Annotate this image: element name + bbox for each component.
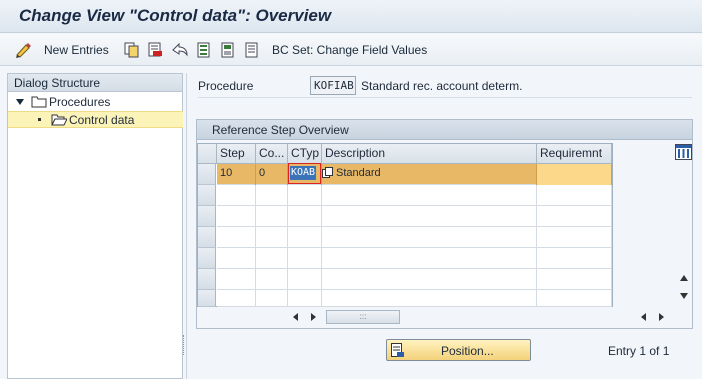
tree-item-label: Control data	[69, 112, 135, 127]
scroll-down-arrow-icon[interactable]	[680, 293, 688, 299]
table-row[interactable]	[217, 185, 612, 206]
select-all-rows-header[interactable]	[198, 144, 217, 164]
folder-icon	[31, 96, 47, 108]
position-button-label: Position...	[441, 344, 494, 358]
title-bar: Change View "Control data": Overview	[0, 0, 702, 33]
cell-description[interactable]: Standard	[322, 164, 537, 185]
procedure-label: Procedure	[198, 79, 254, 93]
column-header-requirement[interactable]: Requiremnt	[537, 144, 612, 164]
table-row[interactable]	[217, 269, 612, 290]
row-selector[interactable]	[198, 206, 216, 227]
entry-counter: Entry 1 of 1	[608, 344, 670, 358]
cell-requirement[interactable]	[537, 164, 612, 185]
expand-triangle-icon[interactable]	[16, 98, 24, 105]
ctyp-value[interactable]: KOAB	[290, 166, 317, 180]
row-selector[interactable]	[198, 185, 216, 206]
horizontal-scroll-thumb[interactable]: :::	[326, 310, 400, 324]
bc-set-label: BC Set: Change Field Values	[272, 43, 428, 57]
table-row[interactable]: 10 0 Standard	[217, 164, 612, 185]
row-selector[interactable]	[198, 227, 216, 248]
table-row[interactable]	[217, 290, 612, 307]
procedure-description: Standard rec. account determ.	[361, 79, 523, 93]
delete-icon[interactable]	[147, 41, 163, 59]
table-row[interactable]	[217, 248, 612, 269]
horizontal-scrollbar[interactable]: :::	[288, 309, 670, 325]
panel-splitter-handle[interactable]	[183, 335, 186, 355]
row-selector[interactable]	[198, 248, 216, 269]
scroll-up-arrow-icon[interactable]	[680, 275, 688, 281]
reference-step-header: Reference Step Overview	[197, 120, 692, 140]
position-button[interactable]: Position...	[386, 339, 531, 361]
tree-item-control-data[interactable]: Control data	[38, 111, 134, 128]
copy-as-icon[interactable]	[124, 41, 140, 59]
tree-item-procedures[interactable]: Procedures	[16, 93, 110, 110]
procedure-field: KOFIAB	[310, 76, 356, 95]
row-selector[interactable]	[198, 269, 216, 290]
change-display-icon[interactable]	[15, 41, 33, 59]
select-block-icon[interactable]	[220, 41, 236, 59]
tree-item-label: Procedures	[49, 94, 111, 109]
dialog-structure-panel: Dialog Structure Procedures Control data	[7, 73, 183, 379]
column-header-counter[interactable]: Co...	[256, 144, 288, 164]
scroll-right-arrow-icon[interactable]	[659, 313, 664, 321]
cell-step[interactable]: 10	[217, 164, 256, 185]
scroll-right-arrow-icon[interactable]	[311, 313, 316, 321]
undo-change-icon[interactable]	[171, 41, 189, 59]
deselect-all-icon[interactable]	[244, 41, 260, 59]
new-entries-button[interactable]: New Entries	[44, 41, 109, 59]
new-entries-label: New Entries	[44, 43, 109, 57]
select-all-icon[interactable]	[196, 41, 212, 59]
scroll-left-arrow-icon[interactable]	[293, 313, 298, 321]
field-divider	[198, 97, 692, 98]
window-title: Change View "Control data": Overview	[19, 6, 332, 25]
vertical-scrollbar[interactable]	[676, 163, 692, 307]
reference-step-table: Step Co... CTyp Description Requiremnt 1…	[197, 143, 613, 307]
open-folder-icon	[51, 114, 67, 126]
row-selector[interactable]	[198, 290, 216, 307]
panel-divider	[186, 73, 187, 379]
application-toolbar: New Entries BC Set: Change Field Values	[0, 34, 702, 66]
row-selector[interactable]	[198, 164, 216, 185]
column-header-description[interactable]: Description	[322, 144, 537, 164]
dialog-structure-header: Dialog Structure	[8, 74, 182, 92]
position-icon	[391, 343, 404, 357]
table-settings-icon[interactable]	[675, 144, 692, 160]
table-row[interactable]	[217, 227, 612, 248]
cell-counter[interactable]: 0	[256, 164, 288, 185]
table-row[interactable]	[217, 206, 612, 227]
column-header-step[interactable]: Step	[217, 144, 256, 164]
bc-set-button[interactable]: BC Set: Change Field Values	[272, 41, 427, 59]
value-help-icon[interactable]	[322, 167, 333, 179]
scroll-left-arrow-icon[interactable]	[641, 313, 646, 321]
tree-bullet-icon	[38, 118, 41, 121]
column-header-ctyp[interactable]: CTyp	[288, 144, 322, 164]
